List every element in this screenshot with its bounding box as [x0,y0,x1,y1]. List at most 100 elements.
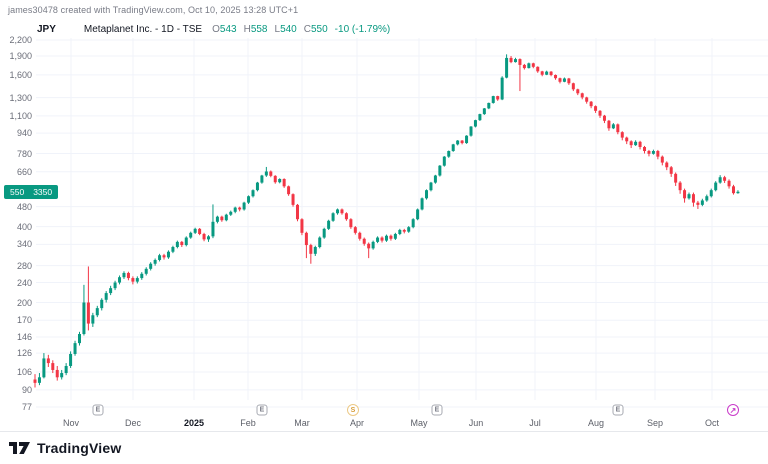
candle [274,176,277,182]
candle [572,83,575,89]
split-marker-icon[interactable]: S [347,404,359,416]
candle [438,166,441,176]
price-tick-label: 780 [0,149,32,159]
candle [492,96,495,103]
candle [252,190,255,196]
candle [510,58,513,62]
candle [536,67,539,72]
candle [318,238,321,247]
candle [65,366,68,373]
candle [372,242,375,248]
time-tick-label: Nov [63,418,79,428]
candle [594,106,597,111]
candle [643,147,646,151]
candle [625,138,628,142]
candle [429,183,432,191]
candle [550,72,553,75]
candle [710,190,713,196]
candle [621,132,624,137]
candle [674,174,677,183]
candle [705,196,708,200]
candle [309,245,312,254]
earnings-marker-icon[interactable]: E [93,405,104,416]
candle [314,247,317,254]
candle [243,203,246,210]
candle [487,103,490,108]
candle [465,136,468,143]
high-value: 558 [251,24,268,35]
candle [154,260,157,264]
candle [425,190,428,198]
candle [398,230,401,234]
price-tick-label: 200 [0,298,32,308]
time-tick-label: Oct [705,418,719,428]
candle [163,255,166,257]
candle [527,63,530,68]
candle [114,283,117,289]
candle [269,171,272,175]
candle [416,209,419,219]
price-tick-label: 90 [0,385,32,395]
candle [349,219,352,227]
price-tick-label: 940 [0,128,32,138]
candle [532,63,535,67]
candle [340,209,343,213]
earnings-marker-icon[interactable]: E [432,405,443,416]
tradingview-logo-icon[interactable] [9,440,31,456]
candle [523,65,526,68]
price-tick-label: 77 [0,402,32,412]
candle [42,358,45,377]
candle [194,229,197,233]
price-tick-label: 2,200 [0,35,32,45]
candle [180,242,183,245]
candle [358,233,361,239]
time-tick-label: Feb [240,418,256,428]
candle [723,177,726,181]
ticker-code: 3350 [33,187,52,197]
tradingview-brand-text[interactable]: TradingView [37,440,121,456]
upcoming-marker-icon[interactable]: ↗ [727,404,739,416]
candle [176,242,179,247]
candle [616,124,619,132]
time-tick-label: Sep [647,418,663,428]
candle [260,176,263,183]
candle [518,59,521,65]
candle [96,308,99,315]
candle [131,278,134,282]
time-tick-label: 2025 [184,418,204,428]
earnings-marker-icon[interactable]: E [257,405,268,416]
candle [505,58,508,78]
candle [91,315,94,323]
candle [140,274,143,278]
candle [78,334,81,343]
candle [300,219,303,233]
candle [639,142,642,147]
candle [47,358,50,363]
candle [478,114,481,120]
candle [679,183,682,191]
candle [136,278,139,282]
symbol-header: JPY Metaplanet Inc. - 1D - TSE O543 H558… [37,23,390,35]
price-tick-label: 1,900 [0,51,32,61]
attribution-text: james30478 created with TradingView.com,… [8,5,298,15]
candle [443,157,446,166]
price-tick-label: 146 [0,332,32,342]
candle [385,236,388,241]
candle [56,370,59,377]
candlestick-chart[interactable] [0,36,768,431]
last-price-badge: 550 3350 [4,185,58,199]
symbol-title[interactable]: Metaplanet Inc. - 1D - TSE [84,24,202,35]
time-tick-label: May [410,418,427,428]
open-value: 543 [220,24,237,35]
price-tick-label: 1,100 [0,111,32,121]
candle [122,273,125,277]
candle [590,102,593,106]
candle [701,200,704,204]
candle [376,238,379,242]
earnings-marker-icon[interactable]: E [613,405,624,416]
ohlc-readout: O543 H558 L540 C550 -10 (-1.79%) [212,24,390,35]
candle [167,252,170,258]
candle [381,238,384,241]
candle [545,72,548,75]
candle [661,157,664,163]
